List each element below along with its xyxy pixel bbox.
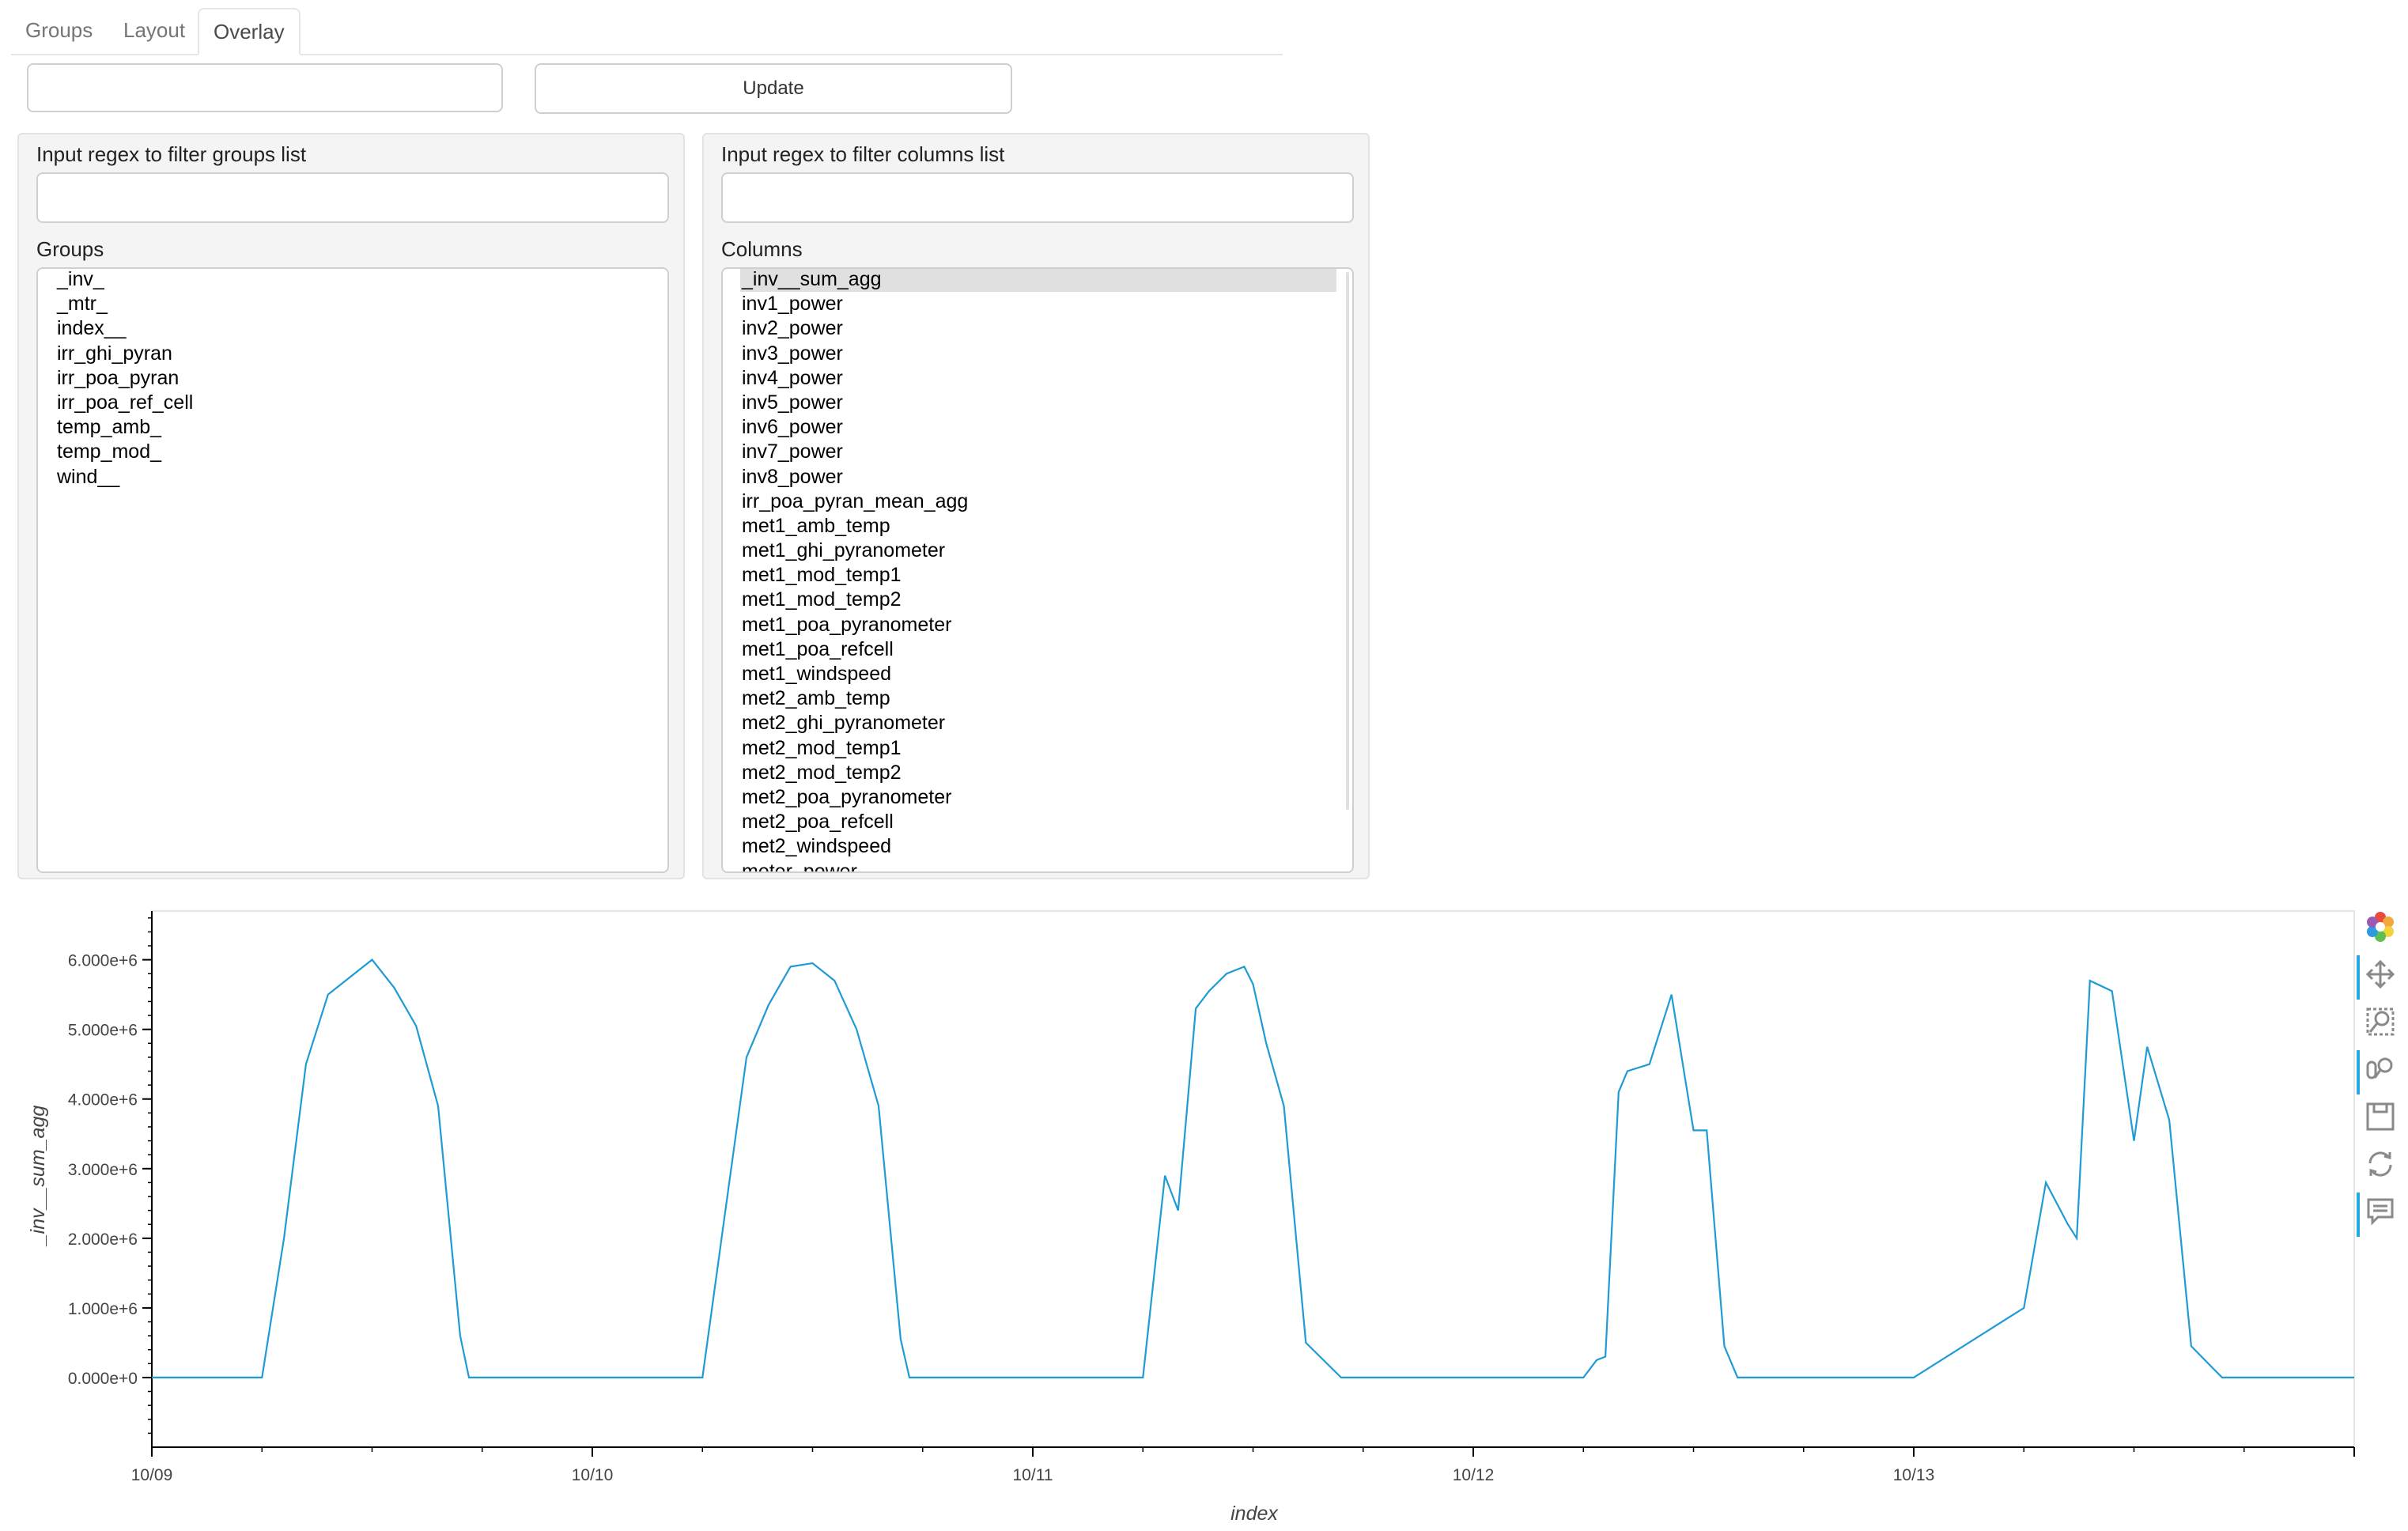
columns-filter-input[interactable] [721, 172, 1354, 223]
column-list-item[interactable]: inv3_power [742, 342, 1336, 366]
column-list-item[interactable]: inv7_power [742, 440, 1336, 464]
columns-panel: Input regex to filter columns list Colum… [702, 133, 1370, 879]
column-list-item[interactable]: met1_poa_refcell [742, 637, 1336, 662]
column-list-item[interactable]: inv1_power [742, 292, 1336, 316]
column-list-item[interactable]: met1_windspeed [742, 662, 1336, 686]
column-list-item[interactable]: met2_windspeed [742, 834, 1336, 859]
plot-toolbar [2355, 908, 2404, 1240]
tab-groups[interactable]: Groups [11, 8, 107, 52]
y-tick-label: 3.000e+6 [68, 1161, 138, 1179]
group-list-item[interactable]: irr_poa_ref_cell [57, 391, 193, 415]
update-button[interactable]: Update [535, 63, 1012, 114]
column-list-item[interactable]: met1_mod_temp2 [742, 588, 1336, 612]
y-tick-label: 0.000e+0 [68, 1370, 138, 1388]
columns-filter-label: Input regex to filter columns list [721, 142, 1005, 166]
overlay-name-input[interactable] [27, 63, 503, 112]
y-tick-label: 2.000e+6 [68, 1230, 138, 1249]
groups-panel: Input regex to filter groups list Groups… [17, 133, 685, 879]
y-tick-label: 4.000e+6 [68, 1091, 138, 1110]
group-list-item[interactable]: irr_ghi_pyran [57, 342, 193, 366]
column-list-item[interactable]: _inv__sum_agg [740, 269, 1336, 293]
bokeh-logo-icon[interactable] [2361, 908, 2399, 946]
hover-icon[interactable] [2357, 1193, 2399, 1237]
y-tick-label: 6.000e+6 [68, 952, 138, 970]
groups-filter-label: Input regex to filter groups list [36, 142, 307, 166]
column-list-item[interactable]: met2_ghi_pyranometer [742, 711, 1336, 735]
tab-bar: Groups Layout Overlay [11, 0, 1283, 55]
column-list-item[interactable]: inv5_power [742, 391, 1336, 415]
group-list-item[interactable]: irr_poa_pyran [57, 366, 193, 391]
groups-list-label: Groups [36, 237, 104, 261]
columns-multiselect[interactable]: _inv__sum_agg inv1_power inv2_power inv3_po… [721, 267, 1354, 873]
x-axis-label: index [1230, 1503, 1279, 1525]
group-list-item[interactable]: wind__ [57, 465, 193, 490]
reset-icon[interactable] [2361, 1145, 2399, 1183]
tab-layout[interactable]: Layout [109, 8, 199, 52]
groups-multiselect[interactable]: _inv_ _mtr_ index__ irr_ghi_pyran irr_poa_py… [36, 267, 669, 873]
group-list-item[interactable]: _inv_ [57, 269, 193, 292]
y-tick-label: 1.000e+6 [68, 1300, 138, 1318]
y-tick-label: 5.000e+6 [68, 1022, 138, 1040]
column-list-item[interactable]: met1_mod_temp1 [742, 563, 1336, 588]
group-list-item[interactable]: temp_amb_ [57, 415, 193, 440]
x-tick-label: 10/13 [1893, 1466, 1935, 1484]
tab-overlay[interactable]: Overlay [198, 8, 301, 55]
line-chart[interactable]: 0.000e+0 1.000e+6 2.000e+6 3.000e+6 4.000e+6… [0, 909, 2408, 1531]
x-tick-label: 10/11 [1013, 1466, 1053, 1484]
column-list-item[interactable]: met2_mod_temp1 [742, 736, 1336, 761]
columns-scrollbar[interactable] [1346, 272, 1349, 810]
group-list-item[interactable]: index__ [57, 316, 193, 341]
wheel-zoom-icon[interactable] [2357, 1050, 2399, 1094]
column-list-item[interactable]: met2_mod_temp2 [742, 761, 1336, 785]
x-tick-label: 10/09 [131, 1466, 173, 1484]
column-list-item[interactable]: met1_ghi_pyranometer [742, 539, 1336, 563]
column-list-item[interactable]: met1_amb_temp [742, 514, 1336, 539]
column-list-item[interactable]: inv4_power [742, 366, 1336, 391]
column-list-item[interactable]: inv6_power [742, 415, 1336, 440]
columns-list-label: Columns [721, 237, 803, 261]
save-icon[interactable] [2361, 1098, 2399, 1136]
pan-icon[interactable] [2357, 955, 2399, 1000]
x-tick-label: 10/12 [1453, 1466, 1495, 1484]
x-tick-label: 10/10 [572, 1466, 614, 1484]
column-list-item[interactable]: irr_poa_pyran_mean_agg [742, 490, 1336, 514]
column-list-item[interactable]: meter_power [742, 860, 1336, 872]
group-list-item[interactable]: _mtr_ [57, 292, 193, 316]
box-zoom-icon[interactable] [2361, 1003, 2399, 1041]
column-list-item[interactable]: inv8_power [742, 465, 1336, 490]
groups-filter-input[interactable] [36, 172, 669, 223]
column-list-item[interactable]: inv2_power [742, 316, 1336, 341]
plot-area[interactable] [151, 910, 2355, 1448]
column-list-item[interactable]: met2_poa_refcell [742, 810, 1336, 834]
column-list-item[interactable]: met2_poa_pyranometer [742, 785, 1336, 810]
group-list-item[interactable]: temp_mod_ [57, 440, 193, 464]
y-axis-label: _inv__sum_agg [27, 1106, 49, 1247]
column-list-item[interactable]: met2_amb_temp [742, 686, 1336, 711]
column-list-item[interactable]: met1_poa_pyranometer [742, 613, 1336, 637]
